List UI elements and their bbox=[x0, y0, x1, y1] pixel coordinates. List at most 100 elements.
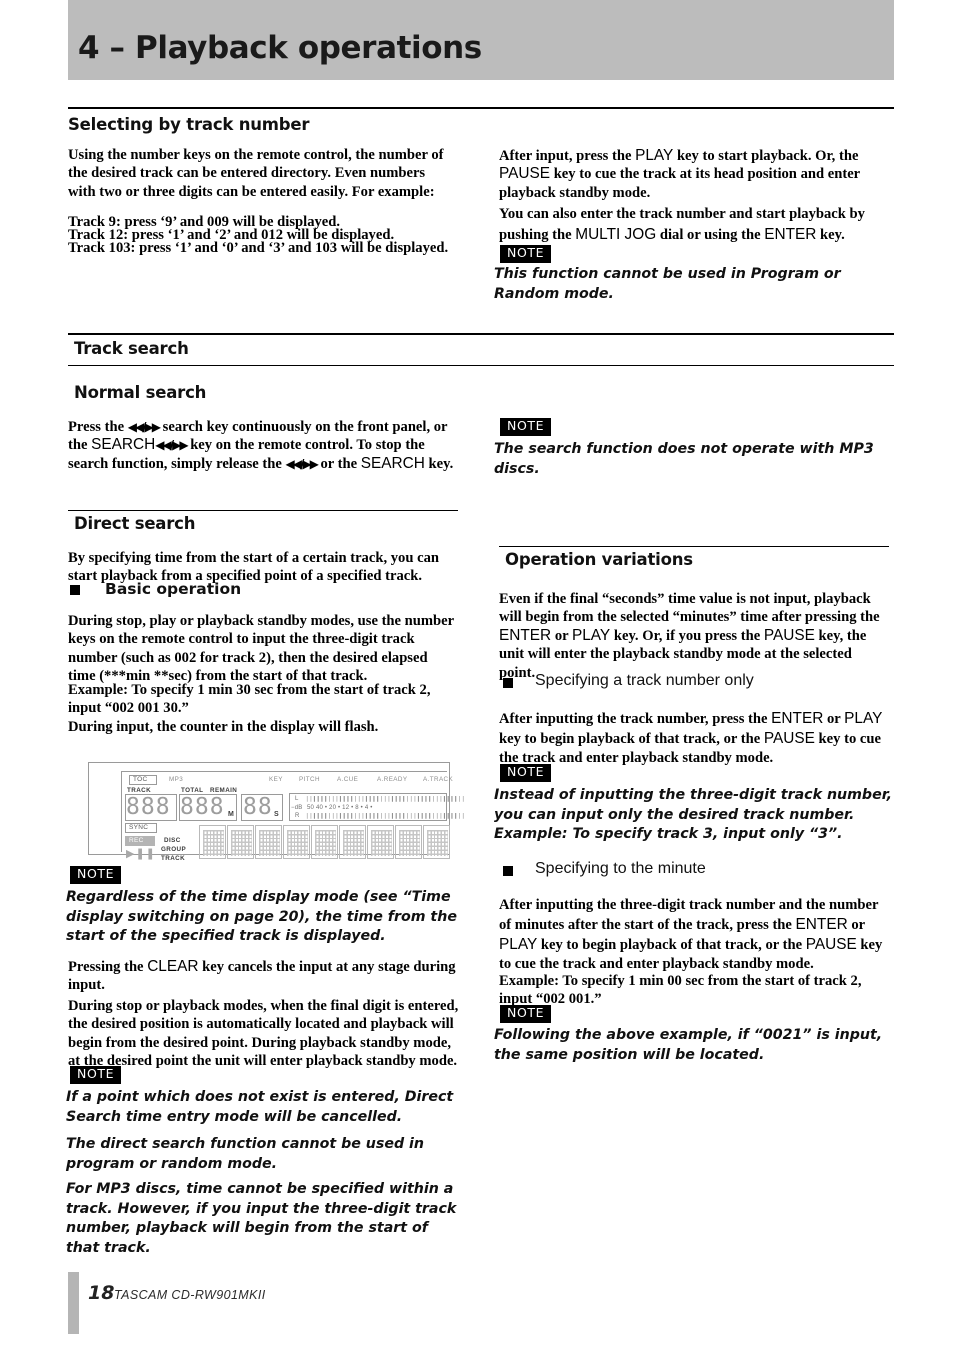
subheading-specifying-to-the-minute: Specifying to the minute bbox=[535, 860, 706, 877]
note-text-mp3-search: The search function does not operate wit… bbox=[494, 441, 874, 477]
text-run: key to begin playback of that track, or … bbox=[537, 937, 806, 953]
text-run: or bbox=[847, 917, 865, 933]
text-run: or bbox=[551, 627, 572, 644]
page-number: 18 bbox=[88, 1282, 115, 1304]
lcd-unit-seconds: S bbox=[274, 811, 279, 818]
lcd-sec-digits: 88 bbox=[243, 794, 273, 820]
lcd-dot-cell bbox=[367, 825, 394, 859]
heading-normal-search: Normal search bbox=[74, 383, 207, 402]
paragraph-after-input: After input, press the PLAY key to start… bbox=[499, 147, 889, 202]
paragraph-during-stop-play: During stop, play or playback standby mo… bbox=[68, 613, 454, 685]
lcd-meter-scale: 50 40 • 20 • 12 • 8 • 4 • bbox=[307, 805, 373, 811]
note-text-time-display-mode: Regardless of the time display mode (see… bbox=[66, 889, 457, 944]
lcd-dot-cell bbox=[283, 825, 310, 859]
key-search: SEARCH bbox=[360, 454, 425, 472]
key-play: PLAY bbox=[635, 147, 674, 164]
paragraph-after-inputting-track: After inputting the track number, press … bbox=[499, 709, 893, 768]
divider-track-search-bottom bbox=[68, 365, 894, 367]
lcd-meter-l-bars: ❘❘❙❙❙❙❘❘❘❙❙❙❙❘❘❘❙❙❙❙❘❘❘❙❙❙❙❘❘❘❙❙❙❙❘❘❘❙❙❙… bbox=[305, 795, 465, 803]
lcd-acue-label: A.CUE bbox=[337, 776, 359, 783]
square-bullet-icon bbox=[503, 678, 513, 688]
key-play: PLAY bbox=[499, 936, 538, 953]
note-badge: NOTE bbox=[500, 418, 552, 436]
text-run: Pressing the bbox=[68, 959, 148, 975]
note-text-program-random-mode: The direct search function cannot be use… bbox=[66, 1136, 425, 1172]
example-track-103: Track 103: press ‘1’ and ‘0’ and ‘3’ and… bbox=[68, 240, 449, 256]
paragraph-example-1min30: Example: To specify 1 min 30 sec from th… bbox=[68, 682, 431, 717]
key-play: PLAY bbox=[571, 626, 611, 644]
lcd-dot-cell bbox=[339, 825, 366, 859]
paragraph-counter-flash: During input, the counter in the display… bbox=[68, 719, 379, 735]
lcd-dot-cell bbox=[199, 825, 226, 859]
note-badge: NOTE bbox=[70, 866, 122, 884]
lcd-toc-badge: TOC bbox=[129, 775, 157, 785]
text-run: After inputting the track number, press … bbox=[499, 711, 772, 727]
divider-operation-variations-top bbox=[499, 546, 889, 548]
note-text-mp3-time: For MP3 discs, time cannot be specified … bbox=[66, 1181, 457, 1256]
heading-selecting-by-track-number: Selecting by track number bbox=[68, 115, 310, 134]
paragraph-clear-key: Pressing the CLEAR key cancels the input… bbox=[68, 958, 458, 995]
text-run: or the bbox=[316, 455, 361, 472]
lcd-dot-cell bbox=[423, 825, 450, 859]
note-badge: NOTE bbox=[500, 245, 552, 263]
paragraph-example-1min00: Example: To specify 1 min 00 sec from th… bbox=[499, 973, 862, 1008]
lcd-track-label: TRACK bbox=[127, 787, 152, 794]
lcd-display-figure: TOC MP3 KEY PITCH A.CUE A.READY A.TRACK … bbox=[88, 762, 465, 862]
lcd-dot-cell bbox=[395, 825, 422, 859]
key-enter: ENTER bbox=[795, 916, 848, 933]
note-text-example-track-3: Example: To specify track 3, input only … bbox=[494, 826, 843, 842]
text-run: key to start playback. Or, the bbox=[673, 148, 859, 164]
rew-ff-icon: ◀◀/▶▶ bbox=[155, 438, 188, 453]
paragraph-after-inputting-minutes: After inputting the three-digit track nu… bbox=[499, 896, 893, 974]
lcd-track-small-label: TRACK bbox=[161, 855, 186, 862]
note-text-following-example: Following the above example, if “0021” i… bbox=[494, 1027, 883, 1063]
lcd-aready-label: A.READY bbox=[377, 776, 408, 783]
play-pause-icon: ▶❚❚ bbox=[126, 847, 156, 860]
lcd-pitch-label: PITCH bbox=[299, 776, 320, 783]
subheading-basic-operation: Basic operation bbox=[105, 580, 242, 598]
lcd-rec-badge: REC bbox=[125, 836, 155, 846]
lcd-min-digits: 888 bbox=[180, 794, 225, 820]
square-bullet-icon bbox=[70, 585, 80, 595]
lcd-dot-cell bbox=[311, 825, 338, 859]
lcd-sync-badge: SYNC bbox=[125, 823, 157, 833]
rew-ff-icon: ◀◀/▶▶ bbox=[285, 456, 319, 471]
heading-direct-search: Direct search bbox=[74, 514, 196, 533]
lcd-key-label: KEY bbox=[269, 776, 283, 783]
key-pause: PAUSE bbox=[763, 730, 815, 747]
text-run: key. bbox=[816, 226, 845, 243]
paragraph-normal-search: Press the ◀◀/▶▶ search key continuously … bbox=[68, 418, 458, 473]
text-run: key to begin playback of that track, or … bbox=[499, 731, 764, 747]
lcd-atrack-label: A.TRACK bbox=[423, 776, 454, 783]
lcd-track-digits: 888 bbox=[126, 794, 171, 820]
heading-operation-variations: Operation variations bbox=[505, 550, 693, 569]
text-run: dial or using the bbox=[656, 226, 765, 243]
divider-track-search-top bbox=[68, 333, 894, 335]
paragraph-final-digit: During stop or playback modes, when the … bbox=[68, 998, 459, 1070]
lcd-meter-db-label: −dB bbox=[291, 805, 303, 811]
key-enter: ENTER bbox=[499, 626, 552, 644]
lcd-meter-l-label: L bbox=[295, 796, 299, 802]
note-badge: NOTE bbox=[500, 1005, 552, 1023]
divider-direct-search-top bbox=[68, 510, 458, 512]
text-run: Even if the final “seconds” time value i… bbox=[499, 591, 880, 626]
note-badge: NOTE bbox=[70, 1066, 122, 1084]
text-run: Press the bbox=[68, 419, 128, 435]
key-search: SEARCH bbox=[91, 436, 156, 454]
lcd-disc-label: DISC bbox=[164, 837, 181, 844]
heading-track-search: Track search bbox=[74, 339, 189, 358]
text-run: or bbox=[823, 711, 845, 727]
lcd-meter-r-bars: ❘❘❙❙❙❙❘❘❘❙❙❙❙❘❘❘❙❙❙❙❘❘❘❙❙❙❙❘❘❘❙❙❙❙❘❘❘❙❙❙… bbox=[305, 812, 465, 820]
footer-accent-bar bbox=[68, 1272, 79, 1334]
lcd-unit-minutes: M bbox=[228, 811, 234, 818]
note-text-point-not-exist: If a point which does not exist is enter… bbox=[66, 1089, 454, 1125]
key-pause: PAUSE bbox=[763, 626, 815, 644]
key-enter: ENTER bbox=[764, 225, 817, 243]
paragraph-final-seconds: Even if the final “seconds” time value i… bbox=[499, 590, 889, 682]
note-text-instead-of-three-digit: Instead of inputting the three-digit tra… bbox=[494, 787, 893, 823]
lcd-total-label: TOTAL bbox=[181, 787, 204, 794]
lcd-group-label: GROUP bbox=[161, 846, 187, 853]
key-pause: PAUSE bbox=[499, 165, 551, 183]
note-badge: NOTE bbox=[500, 764, 552, 782]
key-multi-jog: MULTI JOG bbox=[575, 225, 657, 243]
